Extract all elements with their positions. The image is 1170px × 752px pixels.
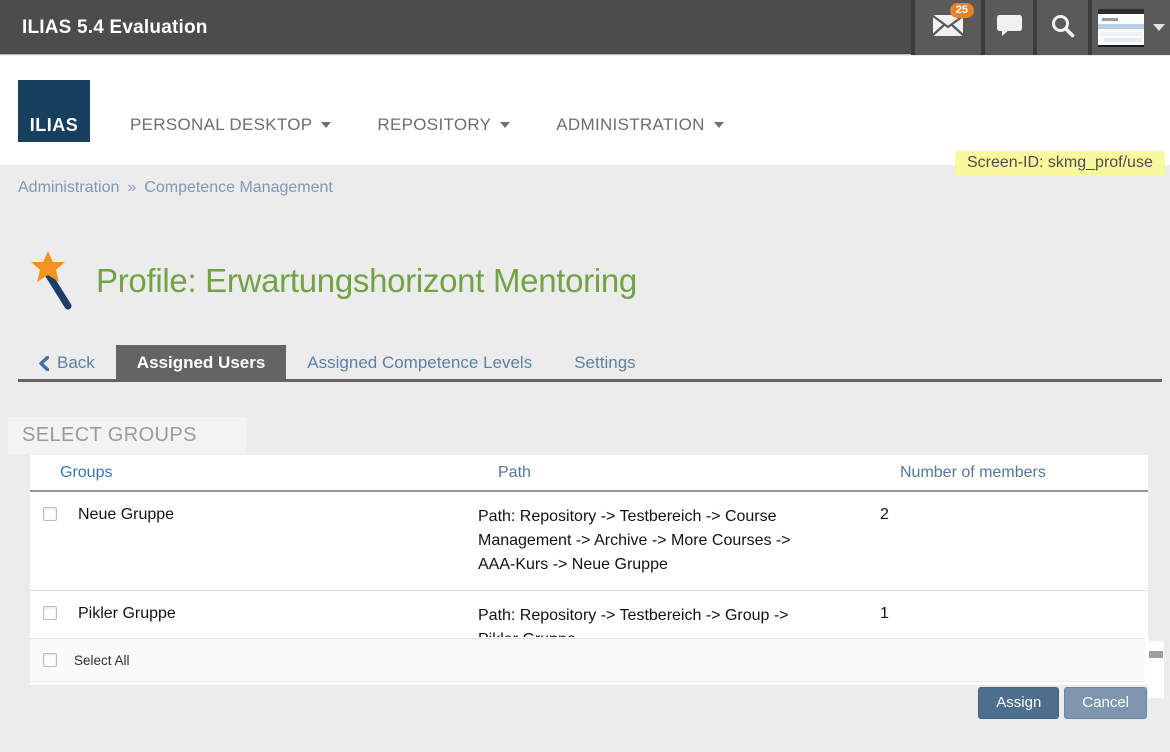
table-row: Neue Gruppe Path: Repository -> Testbere… bbox=[30, 492, 1148, 591]
table-header-row: Groups Path Number of members bbox=[30, 455, 1148, 492]
avatar bbox=[1098, 9, 1144, 47]
assign-button[interactable]: Assign bbox=[978, 687, 1059, 719]
menu-repository[interactable]: REPOSITORY bbox=[377, 115, 510, 135]
topbar-icon-group: 25 bbox=[911, 0, 1170, 55]
chevron-down-icon bbox=[321, 122, 331, 128]
tab-underline bbox=[18, 379, 1162, 382]
breadcrumb: Administration » Competence Management bbox=[18, 179, 333, 197]
menu-personal-desktop[interactable]: PERSONAL DESKTOP bbox=[130, 115, 331, 135]
cancel-button[interactable]: Cancel bbox=[1064, 687, 1147, 719]
group-members: 1 bbox=[880, 604, 1128, 637]
chat-icon bbox=[996, 13, 1023, 42]
row-checkbox[interactable] bbox=[43, 606, 57, 620]
breadcrumb-separator: » bbox=[127, 179, 136, 196]
menu-administration[interactable]: ADMINISTRATION bbox=[556, 115, 723, 135]
group-name: Neue Gruppe bbox=[78, 505, 478, 577]
section-title: SELECT GROUPS bbox=[8, 417, 246, 447]
app-title: ILIAS 5.4 Evaluation bbox=[22, 0, 208, 55]
ilias-logo[interactable]: ILIAS bbox=[18, 80, 90, 142]
tab-assigned-competence-levels[interactable]: Assigned Competence Levels bbox=[286, 345, 553, 382]
action-toolbar: Assign Cancel bbox=[978, 687, 1147, 719]
page-title: Profile: Erwartungshorizont Mentoring bbox=[96, 262, 637, 300]
tab-bar: Back Assigned Users Assigned Competence … bbox=[18, 345, 1162, 382]
screen-id-badge: Screen-ID: skmg_prof/use bbox=[955, 151, 1165, 176]
column-header-members: Number of members bbox=[900, 464, 1128, 482]
select-all-label: Select All bbox=[74, 653, 130, 668]
topbar: ILIAS 5.4 Evaluation 25 bbox=[0, 0, 1170, 55]
group-path: Path: Repository -> Testbereich -> Group… bbox=[478, 604, 880, 637]
mail-button[interactable]: 25 bbox=[911, 0, 981, 55]
tab-assigned-users[interactable]: Assigned Users bbox=[116, 345, 287, 382]
ilias-logo-text: ILIAS bbox=[18, 115, 90, 136]
tab-back[interactable]: Back bbox=[18, 345, 116, 382]
chevron-down-icon bbox=[1153, 24, 1165, 31]
breadcrumb-competence-management[interactable]: Competence Management bbox=[144, 179, 333, 196]
section-title-box: SELECT GROUPS bbox=[8, 417, 246, 454]
scrollbar-thumb[interactable] bbox=[1149, 651, 1163, 658]
mail-count-badge: 25 bbox=[950, 3, 974, 18]
clipped-path-line: Pikler Gruppe bbox=[478, 628, 822, 637]
main-menu: PERSONAL DESKTOP REPOSITORY ADMINISTRATI… bbox=[130, 115, 724, 135]
page-content: Administration » Competence Management Pro… bbox=[0, 165, 1170, 752]
chevron-left-icon bbox=[39, 356, 49, 371]
select-all-row: Select All bbox=[30, 638, 1145, 682]
group-members: 2 bbox=[880, 505, 1128, 577]
skill-wand-icon bbox=[28, 250, 80, 312]
group-path: Path: Repository -> Testbereich -> Cours… bbox=[478, 505, 880, 577]
column-header-path: Path bbox=[498, 464, 900, 482]
title-row: Profile: Erwartungshorizont Mentoring bbox=[28, 250, 637, 312]
main-navbar: ILIAS PERSONAL DESKTOP REPOSITORY ADMINI… bbox=[0, 56, 1170, 165]
chevron-down-icon bbox=[714, 122, 724, 128]
select-all-checkbox[interactable] bbox=[43, 653, 57, 667]
search-icon bbox=[1050, 13, 1075, 43]
chevron-down-icon bbox=[500, 122, 510, 128]
group-name: Pikler Gruppe bbox=[78, 604, 478, 637]
column-header-groups[interactable]: Groups bbox=[60, 464, 498, 482]
row-checkbox[interactable] bbox=[43, 507, 57, 521]
tab-settings[interactable]: Settings bbox=[553, 345, 656, 382]
user-menu-button[interactable] bbox=[1088, 0, 1170, 55]
chat-button[interactable] bbox=[981, 0, 1033, 55]
scrollbar-track bbox=[1148, 641, 1164, 698]
search-button[interactable] bbox=[1033, 0, 1088, 55]
breadcrumb-administration[interactable]: Administration bbox=[18, 179, 119, 196]
groups-table: Groups Path Number of members Neue Grupp… bbox=[30, 455, 1148, 685]
